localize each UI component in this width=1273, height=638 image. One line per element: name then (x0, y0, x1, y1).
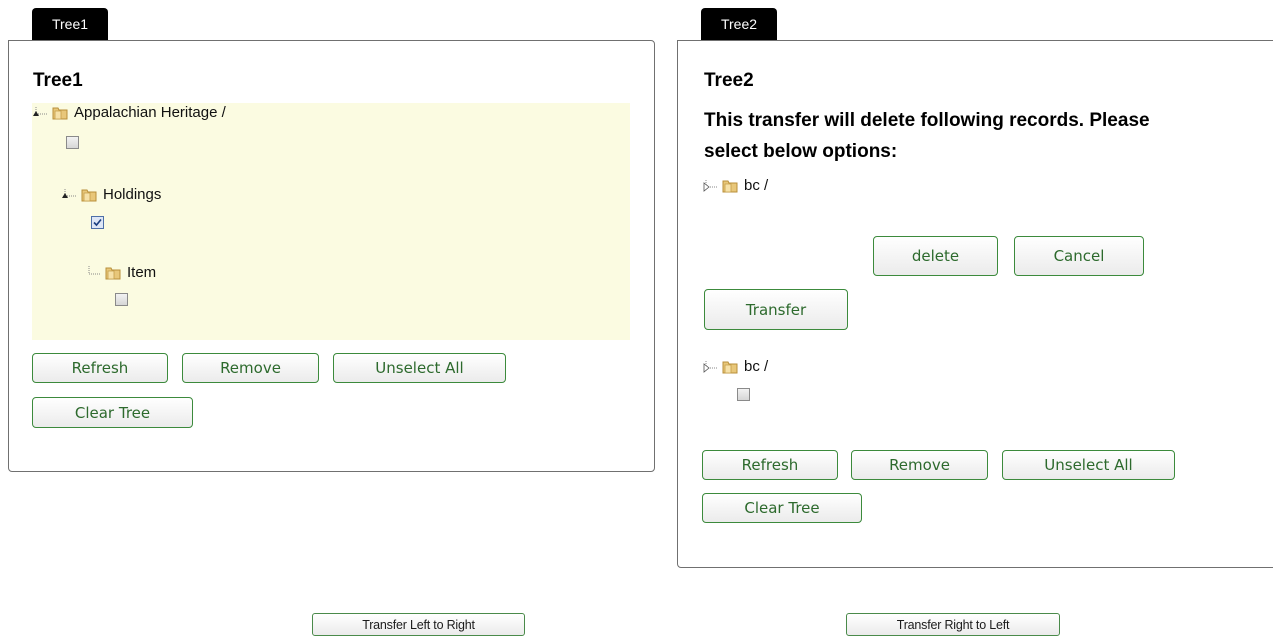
tree2-remove-button[interactable]: Remove (851, 450, 988, 480)
folder-icon (722, 178, 738, 194)
delete-warning-line2: select below options: (704, 141, 898, 162)
delete-warning-line1: This transfer will delete following reco… (704, 110, 1150, 131)
tree-node-bc[interactable]: bc / (702, 358, 768, 375)
tab-tree2[interactable]: Tree2 (701, 8, 777, 40)
tree-expander-icon[interactable] (702, 359, 720, 375)
tree2-title: Tree2 (704, 70, 754, 91)
tree2-unselect-all-button[interactable]: Unselect All (1002, 450, 1175, 480)
folder-icon (52, 105, 68, 121)
tree-node-appalachian-heritage[interactable]: Appalachian Heritage / (32, 104, 226, 121)
transfer-button[interactable]: Transfer (704, 289, 848, 330)
tree-node-label: Holdings (103, 186, 162, 203)
tree-node-holdings[interactable]: Holdings (61, 186, 161, 203)
node-checkbox[interactable] (91, 216, 104, 229)
confirm-node-bc: bc / (702, 177, 768, 194)
node-checkbox[interactable] (737, 388, 750, 401)
tab-tree1[interactable]: Tree1 (32, 8, 108, 40)
tree-node-label: Item (127, 264, 157, 281)
tree1-title: Tree1 (33, 70, 83, 91)
tree-expander-icon[interactable] (702, 178, 720, 194)
tree-connector-icon (85, 265, 103, 281)
tree2-refresh-button[interactable]: Refresh (702, 450, 838, 480)
transfer-right-to-left-button[interactable]: Transfer Right to Left (846, 613, 1060, 636)
tree-expander-icon[interactable] (32, 105, 50, 121)
tree-node-label: bc / (744, 358, 769, 375)
tree1-unselect-all-button[interactable]: Unselect All (333, 353, 506, 383)
delete-button[interactable]: delete (873, 236, 998, 276)
node-checkbox[interactable] (66, 136, 79, 149)
folder-icon (81, 187, 97, 203)
folder-icon (105, 265, 121, 281)
cancel-button[interactable]: Cancel (1014, 236, 1144, 276)
tree-expander-icon[interactable] (61, 187, 79, 203)
tree-node-label: bc / (744, 177, 769, 194)
tree2-clear-tree-button[interactable]: Clear Tree (702, 493, 862, 523)
node-checkbox[interactable] (115, 293, 128, 306)
tree1-clear-tree-button[interactable]: Clear Tree (32, 397, 193, 428)
tree-node-item[interactable]: Item (85, 264, 156, 281)
tree1-refresh-button[interactable]: Refresh (32, 353, 168, 383)
checkmark-icon (93, 218, 102, 227)
tree1-remove-button[interactable]: Remove (182, 353, 319, 383)
folder-icon (722, 359, 738, 375)
transfer-left-to-right-button[interactable]: Transfer Left to Right (312, 613, 525, 636)
tree-node-label: Appalachian Heritage / (74, 104, 226, 121)
